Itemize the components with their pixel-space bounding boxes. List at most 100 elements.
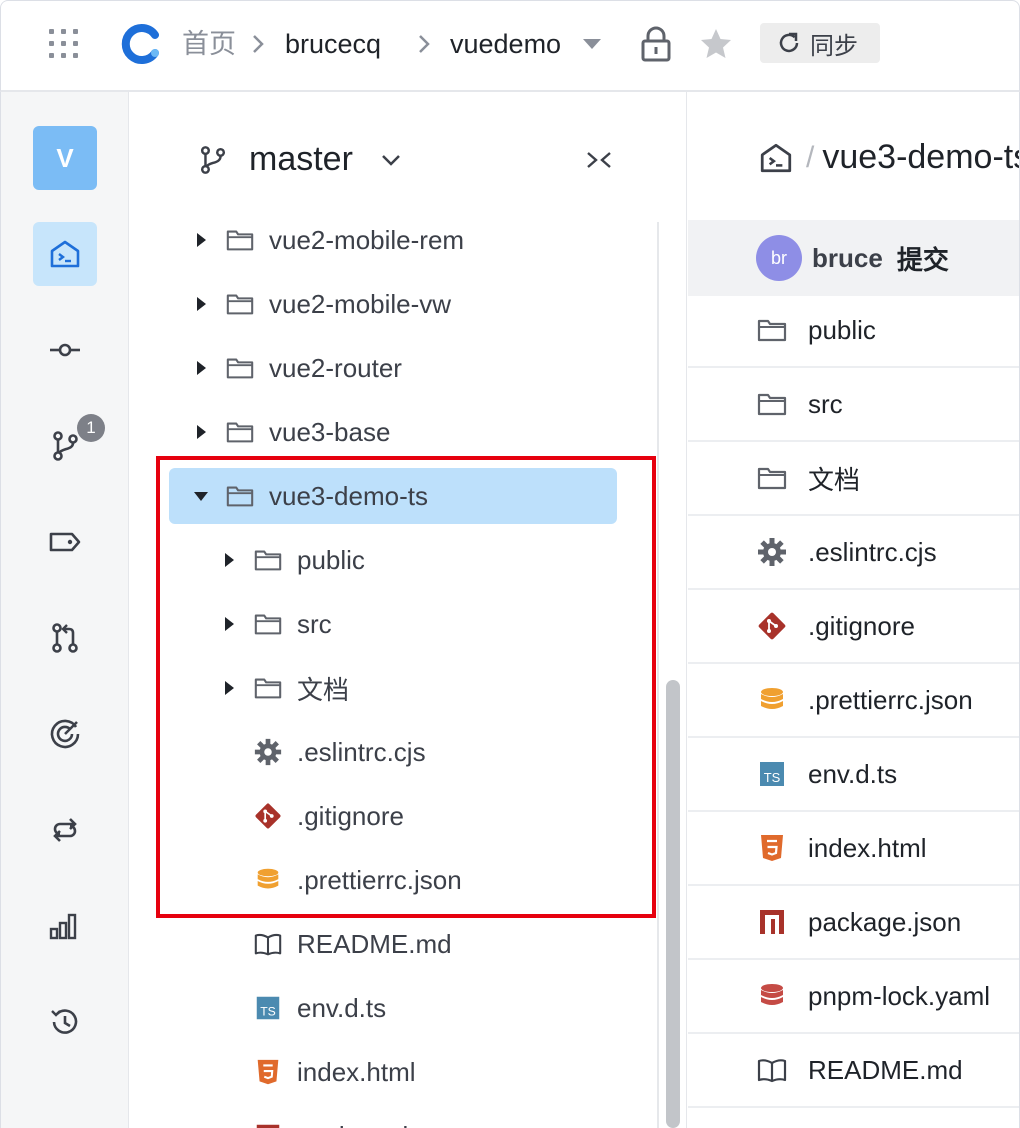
folder-icon <box>226 358 254 379</box>
tree-file-item[interactable]: .prettierrc.json <box>129 852 649 908</box>
folder-icon <box>226 294 254 315</box>
file-list-label: .gitignore <box>808 610 915 641</box>
tree-folder-item[interactable]: 文档 <box>129 660 649 716</box>
file-tree-panel: master vue2-mobile-rem vue2-mobile-vw vue2… <box>128 92 687 1128</box>
commit-icon <box>50 343 80 357</box>
file-list-file-row[interactable]: README.md <box>688 1034 1019 1108</box>
expand-caret-right-icon[interactable] <box>193 425 209 439</box>
commit-author[interactable]: bruce <box>812 243 883 274</box>
tree-folder-item[interactable]: vue2-mobile-vw <box>129 276 649 332</box>
repo-dropdown-icon[interactable] <box>583 39 601 49</box>
refresh-icon <box>779 32 799 53</box>
tree-file-item[interactable]: package.json <box>129 1108 649 1128</box>
tree-item-label: package.json <box>297 1121 450 1128</box>
tree-item-label: vue3-demo-ts <box>269 480 428 511</box>
tree-item-label: env.d.ts <box>297 992 387 1023</box>
breadcrumb-repo[interactable]: vuedemo <box>450 25 561 63</box>
tree-folder-item[interactable]: vue2-router <box>129 340 649 396</box>
tree-folder-item[interactable]: public <box>129 532 649 588</box>
tree-folder-item[interactable]: vue3-base <box>129 404 649 460</box>
apps-grid-icon[interactable] <box>49 29 79 59</box>
history-icon <box>51 1009 78 1034</box>
file-list-label: package.json <box>808 906 962 937</box>
rail-target-button[interactable] <box>33 702 97 766</box>
typescript-icon: TS <box>256 996 280 1020</box>
branch-icon <box>200 145 226 174</box>
expand-caret-right-icon[interactable] <box>193 297 209 311</box>
file-list-file-row[interactable]: .prettierrc.json <box>688 664 1019 738</box>
rail-branches-button[interactable]: 1 <box>33 414 105 478</box>
branch-icon <box>53 431 78 461</box>
file-list-file-row[interactable]: index.html <box>688 812 1019 886</box>
file-list-file-row[interactable]: TS env.d.ts <box>688 738 1019 812</box>
tree-item-label: vue2-mobile-rem <box>269 224 465 255</box>
file-list-file-row[interactable]: .eslintrc.cjs <box>688 516 1019 590</box>
rail-commits-button[interactable] <box>33 318 97 382</box>
npm-icon <box>760 910 784 934</box>
file-list-label: .prettierrc.json <box>808 684 973 715</box>
expand-caret-right-icon[interactable] <box>221 681 237 695</box>
rail-sync-button[interactable] <box>33 798 97 862</box>
tree-file-item[interactable]: README.md <box>129 916 649 972</box>
file-list-folder-row[interactable]: public <box>688 294 1019 368</box>
svg-text:TS: TS <box>764 770 781 785</box>
folder-icon <box>226 486 254 507</box>
file-list-file-row[interactable]: .gitignore <box>688 590 1019 664</box>
typescript-icon: TS <box>760 762 784 786</box>
merge-request-icon <box>52 623 78 653</box>
file-tree: vue2-mobile-rem vue2-mobile-vw vue2-router… <box>129 220 659 1128</box>
breadcrumb-home[interactable]: 首页 <box>182 25 236 63</box>
expand-caret-right-icon[interactable] <box>221 617 237 631</box>
repo-avatar[interactable]: V <box>33 126 97 190</box>
tree-file-item[interactable]: .eslintrc.cjs <box>129 724 649 780</box>
rail-history-button[interactable] <box>33 990 97 1054</box>
rail-code-button[interactable] <box>33 222 97 286</box>
svg-text:TS: TS <box>260 1005 276 1019</box>
tree-folder-item[interactable]: src <box>129 596 649 652</box>
switch-arrows-icon <box>53 818 77 842</box>
database-icon <box>257 868 279 889</box>
breadcrumb-user[interactable]: brucecq <box>285 25 381 63</box>
rail-merge-requests-button[interactable] <box>33 606 97 670</box>
rail-tags-button[interactable] <box>33 510 97 574</box>
file-list-file-row[interactable]: package.json <box>688 886 1019 960</box>
file-list-file-row[interactable]: pnpm-lock.yaml <box>688 960 1019 1034</box>
star-icon[interactable] <box>697 25 735 63</box>
folder-icon <box>757 319 787 342</box>
tag-icon <box>49 532 81 552</box>
file-list-folder-row[interactable]: 文档 <box>688 442 1019 516</box>
tree-file-item[interactable]: index.html <box>129 1044 649 1100</box>
tree-folder-item[interactable]: vue2-mobile-rem <box>129 220 649 268</box>
tree-item-label: index.html <box>297 1056 416 1087</box>
avatar[interactable]: br <box>756 235 802 281</box>
sync-button[interactable]: 同步 <box>760 23 880 63</box>
tree-item-label: 文档 <box>297 674 350 705</box>
tree-file-item[interactable]: TS env.d.ts <box>129 980 649 1036</box>
gear-icon <box>254 738 282 766</box>
folder-icon <box>757 467 787 490</box>
brand-logo-icon[interactable] <box>121 23 163 65</box>
branch-name: master <box>249 140 353 178</box>
collapse-panel-icon[interactable] <box>585 146 613 174</box>
tree-file-item[interactable]: .gitignore <box>129 788 649 844</box>
rail-stats-button[interactable] <box>33 894 97 958</box>
scrollbar-thumb[interactable] <box>666 680 680 1128</box>
file-list-label: index.html <box>808 832 927 863</box>
tree-item-label: vue2-router <box>269 352 402 383</box>
tree-folder-item[interactable]: vue3-demo-ts <box>169 468 617 524</box>
expand-caret-right-icon[interactable] <box>221 553 237 567</box>
database-icon <box>761 984 783 1005</box>
branch-selector[interactable]: master <box>197 140 403 179</box>
tree-item-label: .prettierrc.json <box>297 864 462 895</box>
file-list-label: env.d.ts <box>808 758 898 789</box>
file-list-label: src <box>808 388 843 419</box>
lock-icon[interactable] <box>639 25 673 63</box>
gear-icon <box>758 538 786 566</box>
path-current-folder[interactable]: vue3-demo-ts <box>822 138 1019 177</box>
path-breadcrumb: / vue3-demo-ts <box>758 138 1019 177</box>
file-list-folder-row[interactable]: src <box>688 368 1019 442</box>
html5-icon <box>257 1059 279 1085</box>
expand-caret-down-icon[interactable] <box>193 491 209 501</box>
expand-caret-right-icon[interactable] <box>193 233 209 247</box>
expand-caret-right-icon[interactable] <box>193 361 209 375</box>
